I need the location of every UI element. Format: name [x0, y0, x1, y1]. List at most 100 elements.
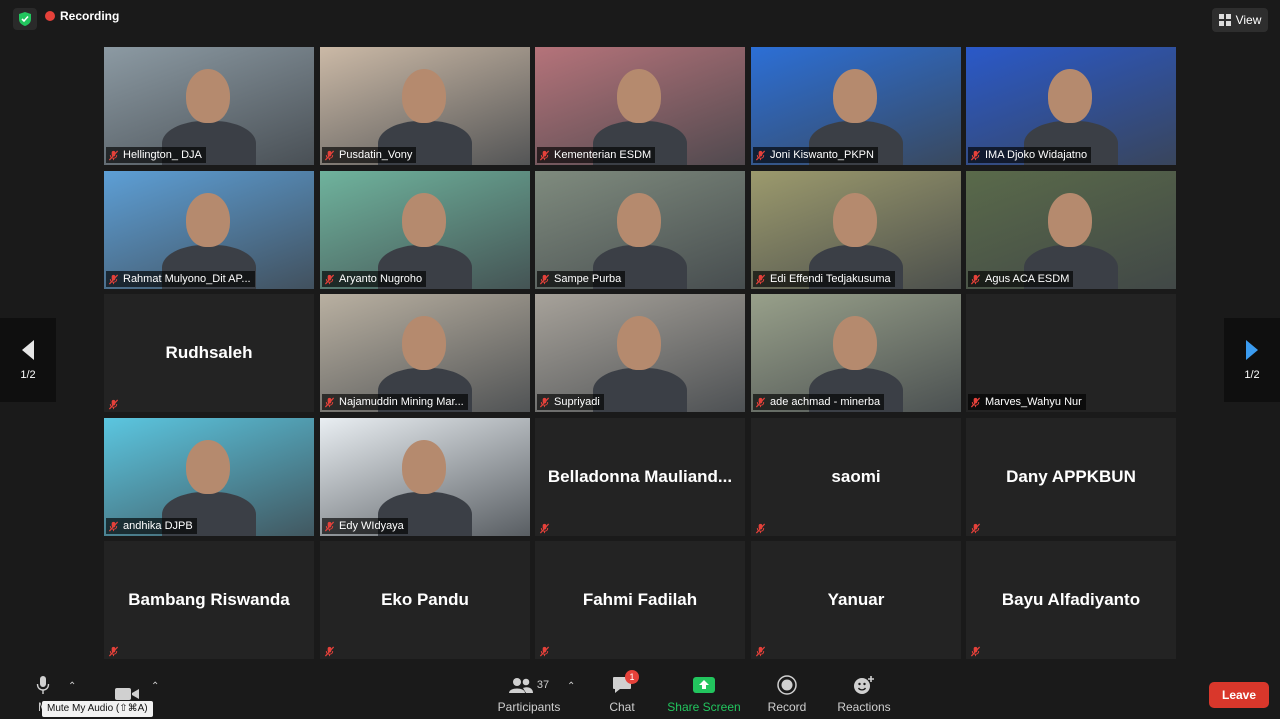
muted-microphone-icon [970, 397, 981, 408]
participant-head-silhouette [402, 193, 446, 247]
participant-tile[interactable]: Marves_Wahyu Nur [966, 294, 1176, 412]
participant-display-name: Belladonna Mauliand... [547, 467, 733, 486]
participant-name: Rahmat Mulyono_Dit AP... [123, 273, 251, 285]
participant-name-label: Rahmat Mulyono_Dit AP... [106, 271, 255, 287]
participants-options-chevron-icon[interactable]: ⌃ [567, 681, 575, 692]
participants-label: Participants [497, 699, 561, 714]
participant-display-name: Dany APPKBUN [1006, 467, 1136, 486]
record-label: Record [767, 699, 807, 714]
participant-tile[interactable]: Edy WIdyaya [320, 418, 530, 536]
participant-tile[interactable]: ade achmad - minerba [751, 294, 961, 412]
muted-microphone-icon [324, 644, 335, 657]
participant-tile[interactable]: andhika DJPB [104, 418, 314, 536]
security-shield-icon[interactable] [13, 8, 37, 30]
participant-name: Marves_Wahyu Nur [985, 396, 1082, 408]
share-screen-button[interactable]: Share Screen [666, 669, 742, 719]
participant-head-silhouette [617, 316, 661, 370]
participant-tile[interactable]: Eko Pandu [320, 541, 530, 659]
leave-button[interactable]: Leave [1209, 682, 1269, 708]
participant-tile[interactable]: Bayu Alfadiyanto [966, 541, 1176, 659]
participant-tile[interactable]: Bambang Riswanda [104, 541, 314, 659]
participant-tile[interactable]: Yanuar [751, 541, 961, 659]
participant-name-label: Marves_Wahyu Nur [968, 394, 1086, 410]
muted-microphone-icon [970, 644, 981, 657]
chat-button[interactable]: 1 Chat [604, 669, 640, 719]
participant-head-silhouette [833, 193, 877, 247]
audio-options-chevron-icon[interactable]: ⌃ [68, 681, 76, 692]
participant-name-label: Sampe Purba [537, 271, 626, 287]
participant-tile[interactable]: Rahmat Mulyono_Dit AP... [104, 171, 314, 289]
chat-icon: 1 [612, 669, 639, 695]
participant-name-label: IMA Djoko Widajatno [968, 147, 1092, 163]
chat-unread-badge: 1 [625, 669, 639, 684]
muted-microphone-icon [539, 150, 550, 161]
participant-name: Edi Effendi Tedjakusuma [770, 273, 891, 285]
participant-name: IMA Djoko Widajatno [985, 149, 1088, 161]
participant-tile[interactable]: Aryanto Nugroho [320, 171, 530, 289]
participant-name: Sampe Purba [554, 273, 622, 285]
participant-name: Joni Kiswanto_PKPN [770, 149, 874, 161]
page-indicator-right: 1/2 [1244, 369, 1260, 381]
participant-name: Edy WIdyaya [339, 520, 404, 532]
participants-button[interactable]: 37 Participants [496, 669, 562, 719]
page-indicator-left: 1/2 [20, 369, 36, 381]
view-button[interactable]: View [1212, 8, 1268, 32]
participant-tile[interactable]: Supriyadi [535, 294, 745, 412]
participant-tile[interactable]: Fahmi Fadilah [535, 541, 745, 659]
chevron-left-icon [22, 340, 34, 360]
participant-tile[interactable]: Joni Kiswanto_PKPN [751, 47, 961, 165]
muted-microphone-icon [755, 397, 766, 408]
chevron-right-icon [1246, 340, 1258, 360]
muted-microphone-icon [970, 274, 981, 285]
participant-head-silhouette [833, 316, 877, 370]
participant-tile[interactable]: saomi [751, 418, 961, 536]
participant-head-silhouette [186, 193, 230, 247]
participant-name: ade achmad - minerba [770, 396, 881, 408]
muted-microphone-icon [324, 397, 335, 408]
participant-body-silhouette [593, 368, 687, 412]
participant-tile[interactable]: Edi Effendi Tedjakusuma [751, 171, 961, 289]
muted-microphone-icon [324, 521, 335, 532]
participant-name-label: Najamuddin Mining Mar... [322, 394, 468, 410]
participants-icon-group: 37 [508, 675, 550, 695]
muted-microphone-icon [755, 274, 766, 285]
record-button[interactable]: Record [766, 669, 808, 719]
share-screen-label: Share Screen [667, 699, 741, 714]
muted-microphone-icon [970, 150, 981, 161]
participant-tile[interactable]: IMA Djoko Widajatno [966, 47, 1176, 165]
recording-indicator[interactable]: Recording [45, 9, 119, 23]
participant-tile[interactable]: Agus ACA ESDM [966, 171, 1176, 289]
muted-microphone-icon [755, 521, 766, 534]
record-icon [777, 674, 797, 695]
participant-tile[interactable]: Rudhsaleh [104, 294, 314, 412]
participants-count: 37 [536, 678, 550, 691]
participant-head-silhouette [186, 69, 230, 123]
previous-page-button[interactable]: 1/2 [0, 318, 56, 402]
participant-head-silhouette [1048, 69, 1092, 123]
participant-display-name: Fahmi Fadilah [582, 590, 698, 609]
participant-tile[interactable]: Sampe Purba [535, 171, 745, 289]
participant-head-silhouette [617, 69, 661, 123]
muted-microphone-icon [108, 521, 119, 532]
participant-tile[interactable]: Belladonna Mauliand... [535, 418, 745, 536]
next-page-button[interactable]: 1/2 [1224, 318, 1280, 402]
recording-label: Recording [60, 9, 120, 23]
reactions-button[interactable]: Reactions [836, 669, 892, 719]
participant-tile[interactable]: Hellington_ DJA [104, 47, 314, 165]
participant-head-silhouette [617, 193, 661, 247]
video-options-chevron-icon[interactable]: ⌃ [151, 681, 159, 692]
participant-tile[interactable]: Dany APPKBUN [966, 418, 1176, 536]
participant-name: Pusdatin_Vony [339, 149, 413, 161]
participant-tile[interactable]: Najamuddin Mining Mar... [320, 294, 530, 412]
grid-view-icon [1218, 14, 1231, 26]
participant-name-label: Kementerian ESDM [537, 147, 656, 163]
participant-head-silhouette [402, 69, 446, 123]
muted-microphone-icon [755, 150, 766, 161]
top-bar: Recording View [0, 0, 1280, 40]
participant-tile[interactable]: Kementerian ESDM [535, 47, 745, 165]
muted-microphone-icon [539, 521, 550, 534]
mute-tooltip: Mute My Audio (⇧⌘A) [42, 701, 153, 717]
participant-head-silhouette [402, 440, 446, 494]
muted-microphone-icon [108, 644, 119, 657]
participant-tile[interactable]: Pusdatin_Vony [320, 47, 530, 165]
